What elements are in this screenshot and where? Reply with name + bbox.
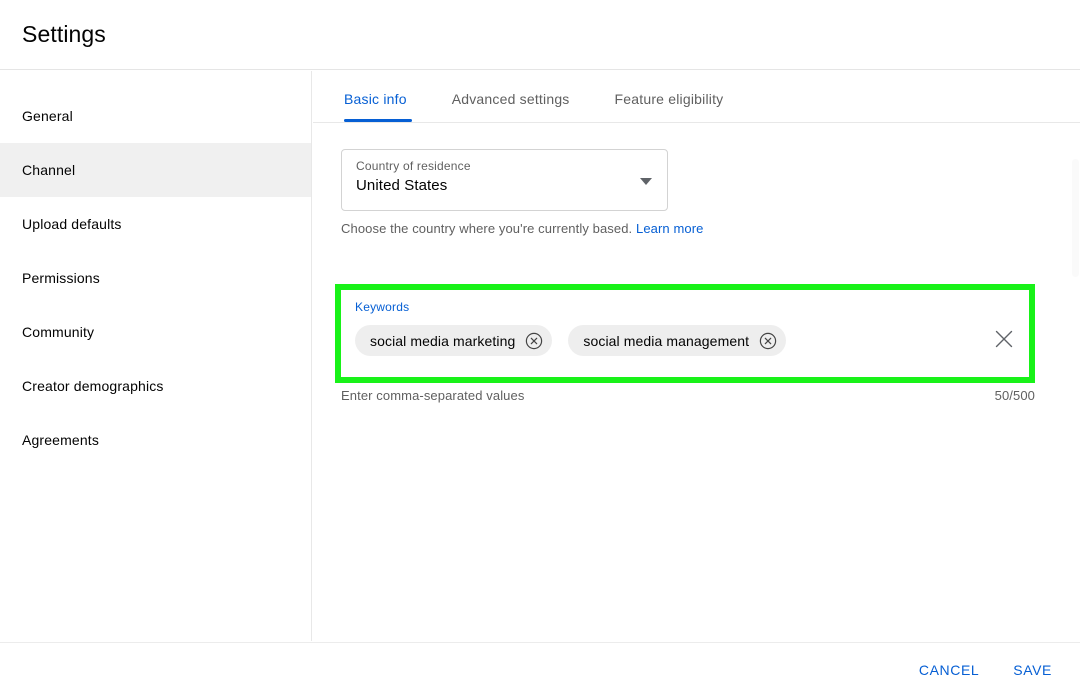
keywords-helper-text: Enter comma-separated values — [341, 388, 524, 403]
sidebar-item-label: Agreements — [22, 432, 99, 448]
circle-close-icon[interactable] — [759, 332, 777, 350]
keywords-field[interactable]: Keywords social media marketing social m… — [341, 290, 1029, 377]
tab-feature-eligibility[interactable]: Feature eligibility — [615, 91, 724, 122]
country-field-label: Country of residence — [356, 159, 653, 173]
settings-page: Settings General Channel Upload defaults… — [0, 0, 1080, 696]
tab-basic-info[interactable]: Basic info — [344, 91, 407, 122]
page-header: Settings — [0, 0, 1080, 70]
keyword-chip[interactable]: social media marketing — [355, 325, 552, 356]
keyword-chip-label: social media marketing — [370, 333, 515, 349]
sidebar-item-channel[interactable]: Channel — [0, 143, 311, 197]
keyword-chip-label: social media management — [583, 333, 749, 349]
tab-label: Feature eligibility — [615, 91, 724, 107]
sidebar-item-creator-demographics[interactable]: Creator demographics — [0, 359, 311, 413]
keyword-chip-list: social media marketing social media mana… — [355, 325, 1015, 356]
chevron-down-icon[interactable] — [640, 178, 652, 185]
tab-label: Advanced settings — [452, 91, 570, 107]
keywords-character-counter: 50/500 — [995, 388, 1035, 403]
scrollbar-thumb[interactable] — [1072, 159, 1079, 277]
country-field-value: United States — [356, 177, 653, 194]
country-helper-label: Choose the country where you're currentl… — [341, 221, 632, 236]
keywords-footer: Enter comma-separated values 50/500 — [341, 388, 1035, 403]
sidebar-item-label: Channel — [22, 162, 75, 178]
keywords-field-highlight: Keywords social media marketing social m… — [335, 284, 1035, 383]
sidebar-item-label: General — [22, 108, 73, 124]
sidebar-item-label: Permissions — [22, 270, 100, 286]
sidebar-item-label: Community — [22, 324, 94, 340]
save-button[interactable]: SAVE — [1007, 654, 1058, 686]
sidebar-item-agreements[interactable]: Agreements — [0, 413, 311, 467]
sidebar-item-label: Upload defaults — [22, 216, 122, 232]
page-title: Settings — [22, 21, 106, 48]
settings-sidebar: General Channel Upload defaults Permissi… — [0, 71, 312, 641]
keyword-chip[interactable]: social media management — [568, 325, 786, 356]
action-bar: CANCEL SAVE — [0, 642, 1080, 696]
sidebar-item-upload-defaults[interactable]: Upload defaults — [0, 197, 311, 251]
learn-more-link[interactable]: Learn more — [636, 221, 703, 236]
country-of-residence-select[interactable]: Country of residence United States — [341, 149, 668, 211]
keywords-field-label: Keywords — [355, 300, 1015, 314]
close-icon[interactable] — [993, 328, 1015, 350]
country-helper-text: Choose the country where you're currentl… — [341, 221, 1080, 236]
content-scrollbar[interactable] — [1070, 71, 1080, 641]
tab-advanced-settings[interactable]: Advanced settings — [452, 91, 570, 122]
tab-bar: Basic info Advanced settings Feature eli… — [313, 71, 1080, 123]
circle-close-icon[interactable] — [525, 332, 543, 350]
sidebar-item-permissions[interactable]: Permissions — [0, 251, 311, 305]
basic-info-form: Country of residence United States Choos… — [313, 123, 1080, 236]
sidebar-item-label: Creator demographics — [22, 378, 164, 394]
sidebar-item-community[interactable]: Community — [0, 305, 311, 359]
tab-label: Basic info — [344, 91, 407, 107]
cancel-button[interactable]: CANCEL — [913, 654, 985, 686]
sidebar-item-general[interactable]: General — [0, 89, 311, 143]
